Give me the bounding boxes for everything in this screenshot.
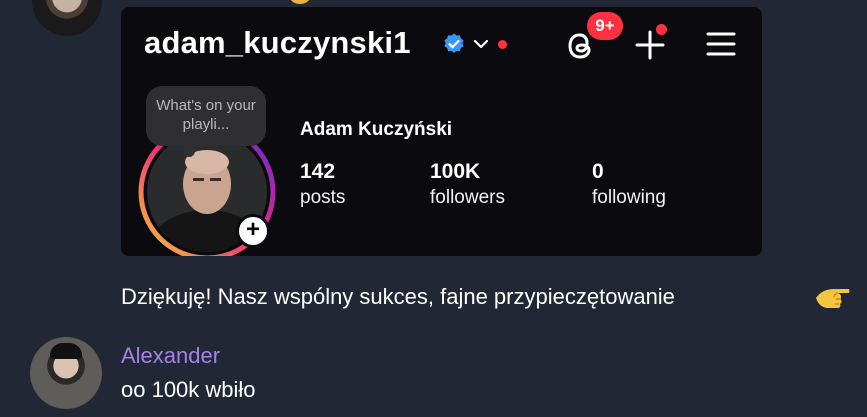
cap (50, 343, 82, 359)
note-bubble-tail (183, 145, 195, 157)
message-text: Dziękuję! Nasz wspólny sukces, fajne prz… (121, 284, 675, 309)
stat-posts[interactable]: 142 posts (300, 159, 345, 211)
avatar[interactable] (32, 0, 102, 36)
pointing-hand-emoji (816, 289, 850, 308)
stat-value: 100K (430, 160, 481, 183)
instagram-profile-screenshot[interactable]: adam_kuczynski1 9+ What's on your playli… (121, 7, 762, 256)
stat-label: posts (300, 187, 346, 208)
account-notification-dot (498, 40, 507, 49)
add-story-button[interactable]: + (236, 214, 270, 248)
notification-badge: 9+ (587, 12, 623, 40)
profile-username: adam_kuczynski1 (144, 25, 411, 60)
stat-followers[interactable]: 100K followers (430, 159, 505, 211)
reaction-emoji (290, 0, 310, 4)
avatar[interactable] (30, 337, 102, 409)
message-text: oo 100k wbiło (121, 377, 256, 402)
profile-display-name: Adam Kuczyński (300, 119, 453, 140)
stat-value: 0 (592, 160, 604, 183)
chevron-down-icon[interactable] (473, 37, 489, 51)
sender-name[interactable]: Alexander (121, 343, 220, 369)
menu-icon[interactable] (706, 31, 736, 57)
verified-badge-icon (444, 33, 464, 53)
stat-label: followers (430, 187, 505, 208)
stat-label: following (592, 187, 666, 208)
chat-view: adam_kuczynski1 9+ What's on your playli… (0, 0, 867, 417)
create-notification-dot (656, 24, 667, 35)
stat-value: 142 (300, 160, 336, 183)
stat-following[interactable]: 0 following (592, 159, 666, 211)
note-bubble[interactable]: What's on your playli... (146, 86, 266, 146)
